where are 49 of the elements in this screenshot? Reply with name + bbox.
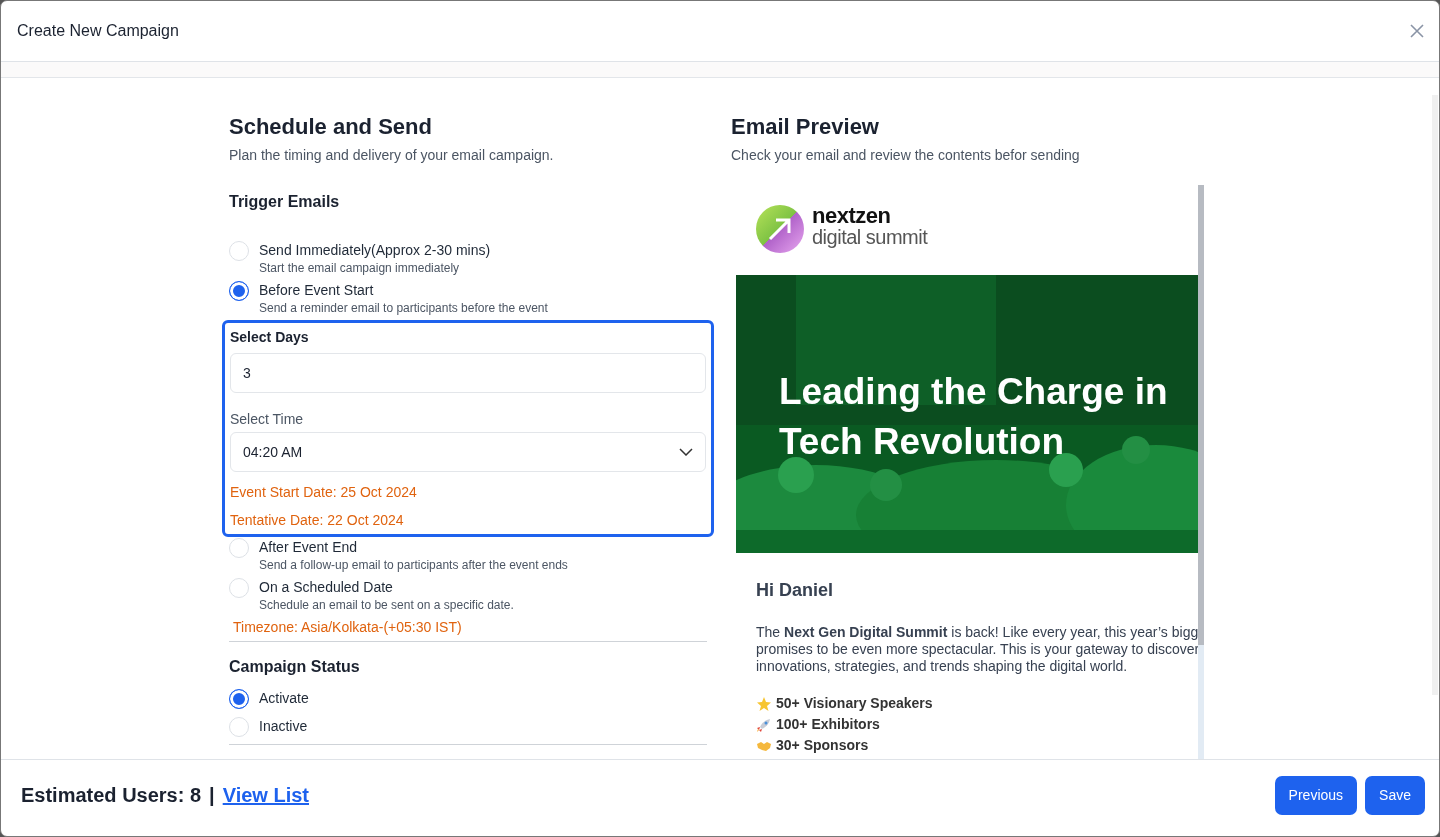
section-subtitle: Check your email and review the contents befor sending [731,146,1081,165]
paragraph-line: innovations, strategies, and trends shaping the digital world. [756,658,1129,675]
highlight-item: 50+ Visionary Speakers [776,694,933,713]
greeting: Hi Daniel [756,579,835,602]
option-description: Schedule an email to be sent on a specific date. [259,598,515,612]
rocket-icon [756,716,772,733]
option-label: Send Immediately(Approx 2-30 mins) [259,241,491,260]
section-subtitle: Plan the timing and delivery of your email campaign. [229,146,555,165]
close-icon[interactable] [1409,23,1425,39]
days-field[interactable]: 3 [230,353,706,393]
logo-icon [756,205,804,253]
estimate-text: Estimated Users: 8 [21,783,202,808]
section-title: Email Preview [731,114,880,140]
footer-button[interactable]: Save [1365,775,1425,815]
scroll-thumb[interactable] [1198,185,1204,645]
option-label: On a Scheduled Date [259,578,393,597]
footer-button[interactable]: Previous [1274,775,1358,815]
option-label: Before Event Start [259,281,374,300]
chevron-down-icon [679,448,693,456]
date-note: Tentative Date: 22 Oct 2024 [230,511,405,530]
modal-title: Create New Campaign [17,21,179,41]
group-title: Trigger Emails [229,192,341,212]
radio-button[interactable] [229,688,249,709]
paragraph-line: The Next Gen Digital Summit is back! Like every year, this year’s bigg [756,624,1200,641]
date-note: Event Start Date: 25 Oct 2024 [230,483,418,502]
option-description: Send a reminder email to participants before the event [259,301,549,315]
scrollbar[interactable] [1432,95,1438,695]
option-label: After Event End [259,538,358,557]
time-select[interactable]: 04:20 AM [230,432,706,472]
scrollbar[interactable] [1198,185,1204,759]
option-description: Start the email campaign immediately [259,261,461,275]
view-list-link[interactable]: View List [222,780,309,810]
option-label: Inactive [259,717,308,736]
field-label: Select Days [230,328,310,347]
option-label: Activate [259,689,309,708]
group-title: Campaign Status [229,657,361,677]
highlight-item: 100+ Exhibitors [776,715,880,734]
option-description: Send a follow-up email to participants after the event ends [259,558,569,572]
star-icon [756,695,772,712]
field-label: Select Time [230,410,305,429]
banner-headline: Leading the Charge in Tech Revolution [779,370,1169,464]
highlight-item: 30+ Sponsors [776,736,869,755]
logo-text: digital summit [812,227,928,247]
timezone-note: Timezone: Asia/Kolkata-(+05:30 IST) [233,618,463,637]
section-title: Schedule and Send [229,114,433,140]
radio-button[interactable] [229,280,249,301]
logo-text: nextzen [812,205,892,227]
paragraph-line: promises to be even more spectacular. This is your gateway to discover [756,641,1201,658]
separator: | [209,783,215,808]
